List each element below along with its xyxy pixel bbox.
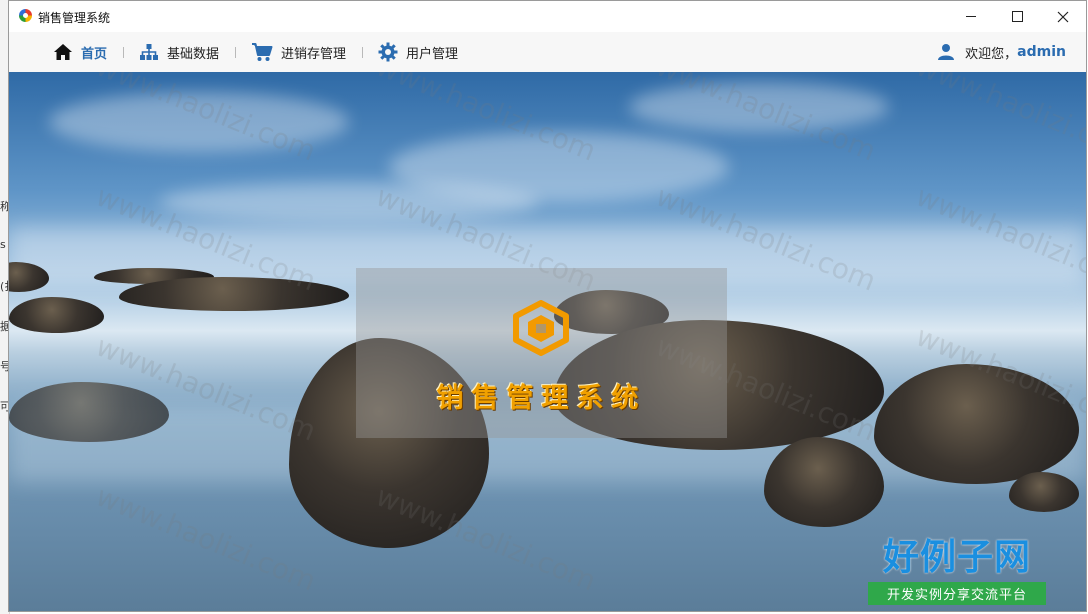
nav-item-basic-data[interactable]: 基础数据 xyxy=(139,32,219,72)
system-name: 销售管理系统 xyxy=(436,383,647,414)
nav-bar: 首页 基础数据 进销存管理 用户管理 欢迎您， admin xyxy=(9,32,1086,72)
nav-item-label: 进销存管理 xyxy=(281,46,347,62)
watermark-text: www.haolizi.com xyxy=(91,479,321,598)
brand-watermark: 好例子网 开发实例分享交流平台 xyxy=(868,528,1046,605)
brand-main-text: 好例子网 xyxy=(882,536,1031,578)
hero-background: www.haolizi.com www.haolizi.com www.haol… xyxy=(9,72,1086,611)
greeting-text: 欢迎您， xyxy=(965,46,1018,62)
user-icon xyxy=(938,44,955,60)
nav-divider xyxy=(235,47,236,58)
maximize-icon xyxy=(1011,11,1023,22)
background-fragment: s xyxy=(0,238,6,251)
username: admin xyxy=(1017,44,1066,60)
minimize-button[interactable] xyxy=(948,1,994,32)
nav-item-label: 首页 xyxy=(81,46,108,62)
title-bar[interactable]: 销售管理系统 xyxy=(9,1,1086,32)
home-icon xyxy=(54,44,72,60)
nav-item-home[interactable]: 首页 xyxy=(53,32,107,72)
cart-icon xyxy=(252,43,273,61)
nav-item-label: 用户管理 xyxy=(406,46,459,62)
close-icon xyxy=(1057,11,1069,22)
nav-divider xyxy=(123,47,124,58)
watermark-text: www.haolizi.com xyxy=(911,72,1086,168)
rock xyxy=(9,297,104,333)
nav-item-label: 基础数据 xyxy=(167,46,220,62)
nav-item-user-management[interactable]: 用户管理 xyxy=(378,32,458,72)
maximize-button[interactable] xyxy=(994,1,1040,32)
minimize-icon xyxy=(966,16,976,17)
rock xyxy=(119,277,349,311)
user-info[interactable]: 欢迎您， admin xyxy=(937,32,1066,72)
rock xyxy=(9,382,169,442)
close-button[interactable] xyxy=(1040,1,1086,32)
cloud xyxy=(159,182,539,222)
hexagon-logo-icon xyxy=(513,300,569,356)
rock xyxy=(1009,472,1079,512)
window-title: 销售管理系统 xyxy=(38,11,111,25)
main-window: 销售管理系统 首页 基础数据 进销存管理 用户管理 欢迎您， admin www… xyxy=(8,0,1087,612)
brand-sub-text: 开发实例分享交流平台 xyxy=(868,582,1046,605)
app-logo-icon xyxy=(19,9,32,22)
gear-icon xyxy=(378,42,398,62)
logo-panel: 销售管理系统 xyxy=(356,268,727,438)
nav-item-inventory[interactable]: 进销存管理 xyxy=(251,32,346,72)
sitemap-icon xyxy=(140,44,158,60)
nav-divider xyxy=(362,47,363,58)
